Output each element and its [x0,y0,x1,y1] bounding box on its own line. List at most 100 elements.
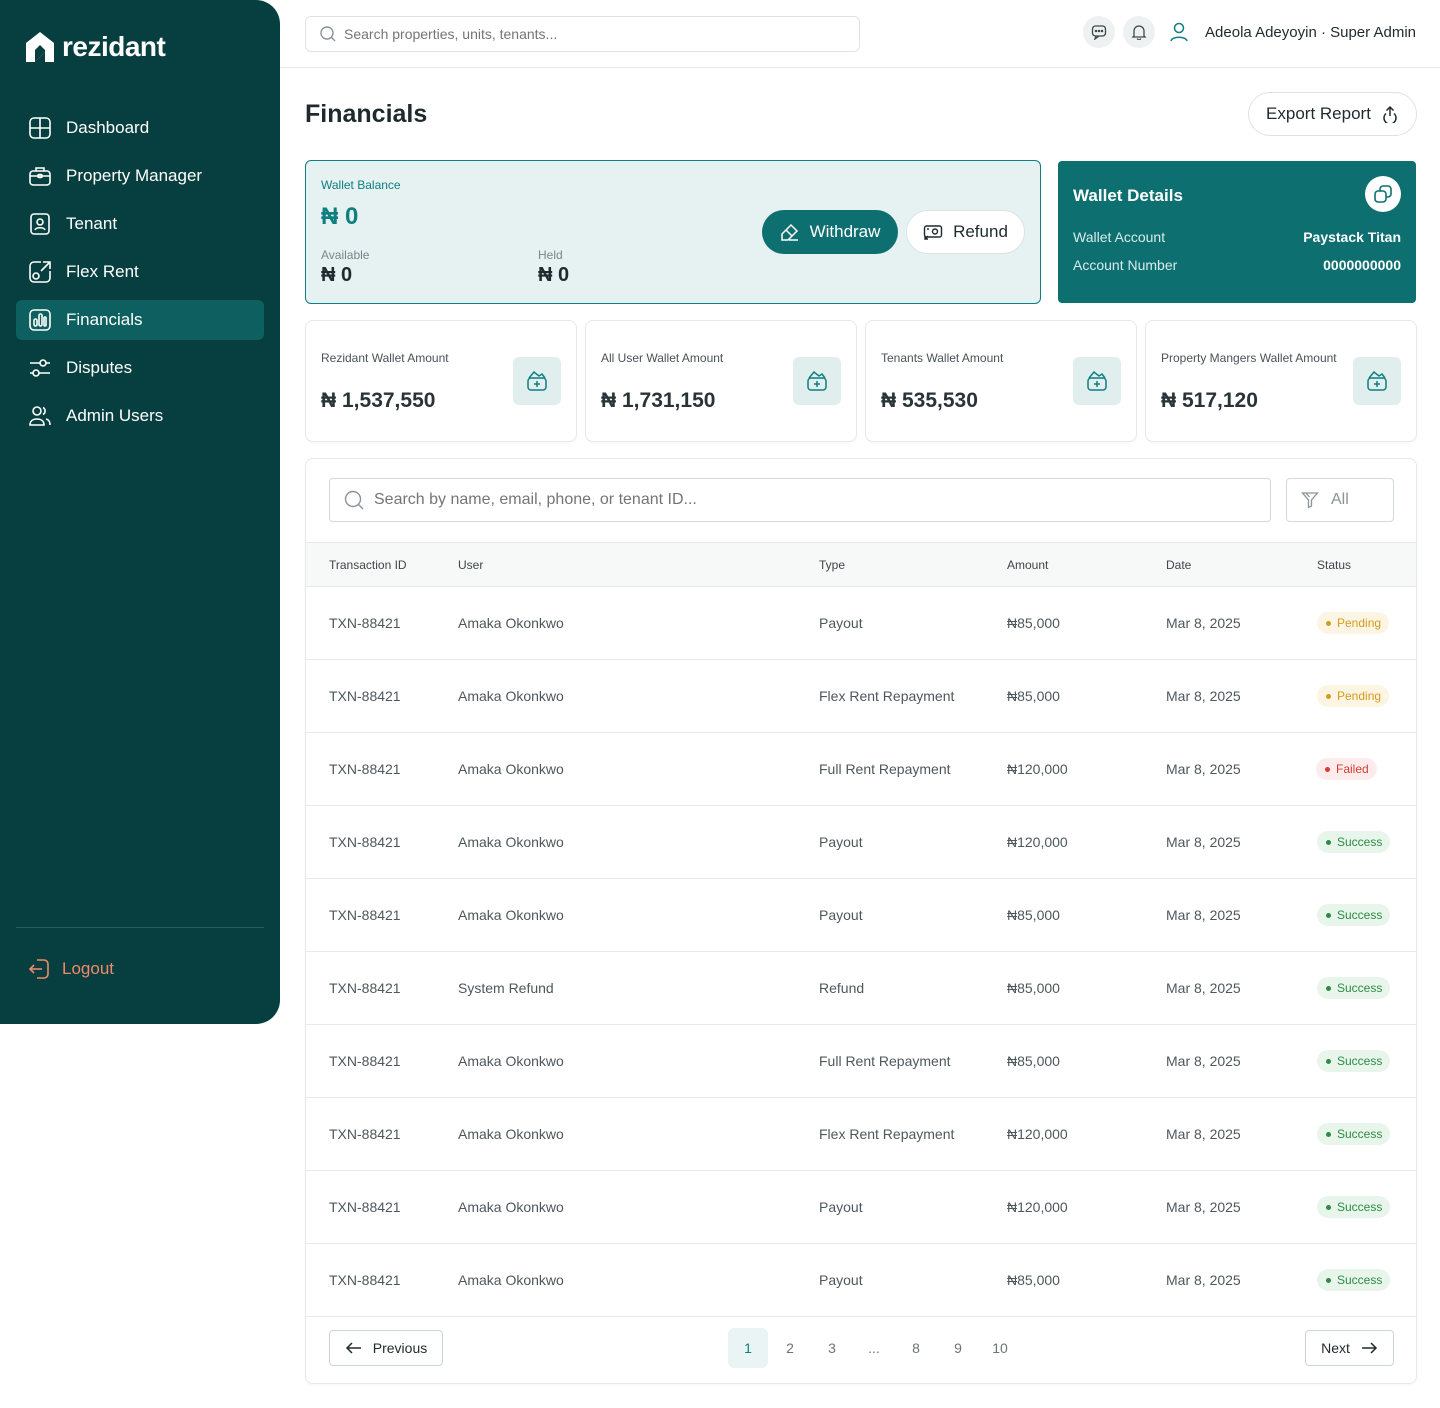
page-number[interactable]: 1 [728,1328,768,1368]
column-header-amount[interactable]: Amount [1007,558,1048,572]
cell-amount: ₦85,000 [1007,688,1060,704]
topbar-actions: Adeola Adeyoyin · Super Admin [1083,16,1416,48]
export-report-button[interactable]: Export Report [1248,92,1417,136]
cell-user: Amaka Okonkwo [458,834,564,850]
status-filter-button[interactable]: All [1286,478,1394,522]
cell-transaction-id: TXN-88421 [329,615,401,631]
wallet-plus-icon [1353,357,1401,405]
cell-amount: ₦120,000 [1007,1126,1068,1142]
sidebar-item-property-manager[interactable]: Property Manager [16,156,264,196]
withdraw-icon [780,223,798,241]
logout-button[interactable]: Logout [28,958,114,980]
table-row[interactable]: TXN-88421 Amaka Okonkwo Full Rent Repaymen… [306,1025,1416,1098]
table-row[interactable]: TXN-88421 Amaka Okonkwo Payout ₦120,000 Mar … [306,806,1416,879]
wallet-plus-icon [513,357,561,405]
column-header-transaction-id[interactable]: Transaction ID [329,558,407,572]
stat-label: All User Wallet Amount [601,351,724,365]
cell-type: Payout [819,615,863,631]
sidebar-item-financials[interactable]: Financials [16,300,264,340]
transactions-search[interactable] [329,478,1271,522]
notifications-button[interactable] [1123,16,1156,48]
stat-card-rezidant-wallet: Rezidant Wallet Amount ₦ 1,537,550 [305,320,577,442]
page-numbers: 1 2 3... 8 9 10 [728,1328,1020,1368]
briefcase-icon [28,164,52,188]
sidebar-item-label: Tenant [66,214,118,233]
table-row[interactable]: TXN-88421 System Refund Refund ₦85,000 Mar 8… [306,952,1416,1025]
stat-label: Rezidant Wallet Amount [321,351,449,365]
sidebar-item-disputes[interactable]: Disputes [16,348,264,388]
wallet-account-label: Wallet Account [1073,229,1166,245]
cell-type: Full Rent Repayment [819,761,951,777]
global-search[interactable] [305,16,860,52]
withdraw-button[interactable]: Withdraw [762,210,898,254]
arrow-right-icon [1361,1342,1377,1354]
previous-page-button[interactable]: Previous [329,1330,443,1366]
table-row[interactable]: TXN-88421 Amaka Okonkwo Payout ₦120,000 Mar … [306,1171,1416,1244]
status-badge: Success [1317,1269,1391,1291]
page-number[interactable]: 3 [812,1328,852,1368]
cell-type: Payout [819,907,863,923]
user-avatar[interactable] [1163,16,1195,48]
table-header: Transaction ID User Type Amount Date Sta… [306,542,1416,587]
brand-logo[interactable]: rezidant [24,30,166,64]
sidebar-item-flex-rent[interactable]: Flex Rent [16,252,264,292]
available-amount: ₦ 0 [321,264,353,286]
cell-type: Flex Rent Repayment [819,688,955,704]
status-badge: Success [1317,904,1391,926]
user-name[interactable]: Adeola Adeyoyin · Super Admin [1205,24,1416,41]
column-header-status[interactable]: Status [1317,558,1351,572]
column-header-user[interactable]: User [458,558,483,572]
table-row[interactable]: TXN-88421 Amaka Okonkwo Payout ₦85,000 Mar 8… [306,587,1416,660]
copy-button[interactable] [1365,176,1401,212]
sidebar: rezidant Dashboard Property Manager Tena… [0,0,280,1024]
transactions-search-input[interactable] [374,491,1234,509]
cell-transaction-id: TXN-88421 [329,980,401,996]
page-number[interactable]: 2 [770,1328,810,1368]
cell-user: Amaka Okonkwo [458,688,564,704]
sidebar-item-dashboard[interactable]: Dashboard [16,108,264,148]
upload-icon [1383,105,1397,123]
cell-user: Amaka Okonkwo [458,907,564,923]
stat-amount: ₦ 1,731,150 [601,389,716,412]
page-number[interactable]: 8 [896,1328,936,1368]
column-header-date[interactable]: Date [1166,558,1191,572]
export-report-label: Export Report [1266,104,1371,123]
sidebar-item-admin-users[interactable]: Admin Users [16,396,264,436]
held-label: Held [538,248,563,262]
cell-transaction-id: TXN-88421 [329,1272,401,1288]
sidebar-item-label: Admin Users [66,406,164,425]
next-page-button[interactable]: Next [1305,1330,1394,1366]
table-row[interactable]: TXN-88421 Amaka Okonkwo Full Rent Repaymen… [306,733,1416,806]
tenant-icon [28,212,52,236]
chat-icon [1091,25,1107,40]
flex-rent-icon [28,260,52,284]
sidebar-item-tenant[interactable]: Tenant [16,204,264,244]
status-badge: Pending [1317,612,1390,634]
table-row[interactable]: TXN-88421 Amaka Okonkwo Payout ₦85,000 Mar 8… [306,879,1416,952]
cell-user: Amaka Okonkwo [458,1126,564,1142]
status-badge: Success [1317,1050,1391,1072]
column-header-type[interactable]: Type [819,558,845,572]
global-search-input[interactable] [344,26,824,42]
page-number[interactable]: 10 [980,1328,1020,1368]
sidebar-item-label: Flex Rent [66,262,139,281]
withdraw-label: Withdraw [809,222,881,241]
stat-amount: ₦ 535,530 [881,389,978,412]
cell-date: Mar 8, 2025 [1166,834,1241,850]
refund-button[interactable]: Refund [906,210,1025,254]
user-icon [1170,22,1188,42]
table-row[interactable]: TXN-88421 Amaka Okonkwo Flex Rent Repaymen… [306,1098,1416,1171]
arrow-left-icon [345,1342,361,1354]
table-row[interactable]: TXN-88421 Amaka Okonkwo Payout ₦85,000 Mar 8… [306,1244,1416,1317]
wallet-balance-label: Wallet Balance [321,178,401,192]
account-number-value: 0000000000 [1323,257,1401,273]
table-row[interactable]: TXN-88421 Amaka Okonkwo Flex Rent Repaymen… [306,660,1416,733]
logout-label: Logout [62,959,114,978]
refund-label: Refund [953,222,1008,241]
page-number[interactable]: 9 [938,1328,978,1368]
next-label: Next [1321,1340,1350,1356]
page-ellipsis: ... [868,1340,880,1356]
messages-button[interactable] [1083,16,1116,48]
house-logo-icon [26,32,54,62]
cell-type: Payout [819,1272,863,1288]
